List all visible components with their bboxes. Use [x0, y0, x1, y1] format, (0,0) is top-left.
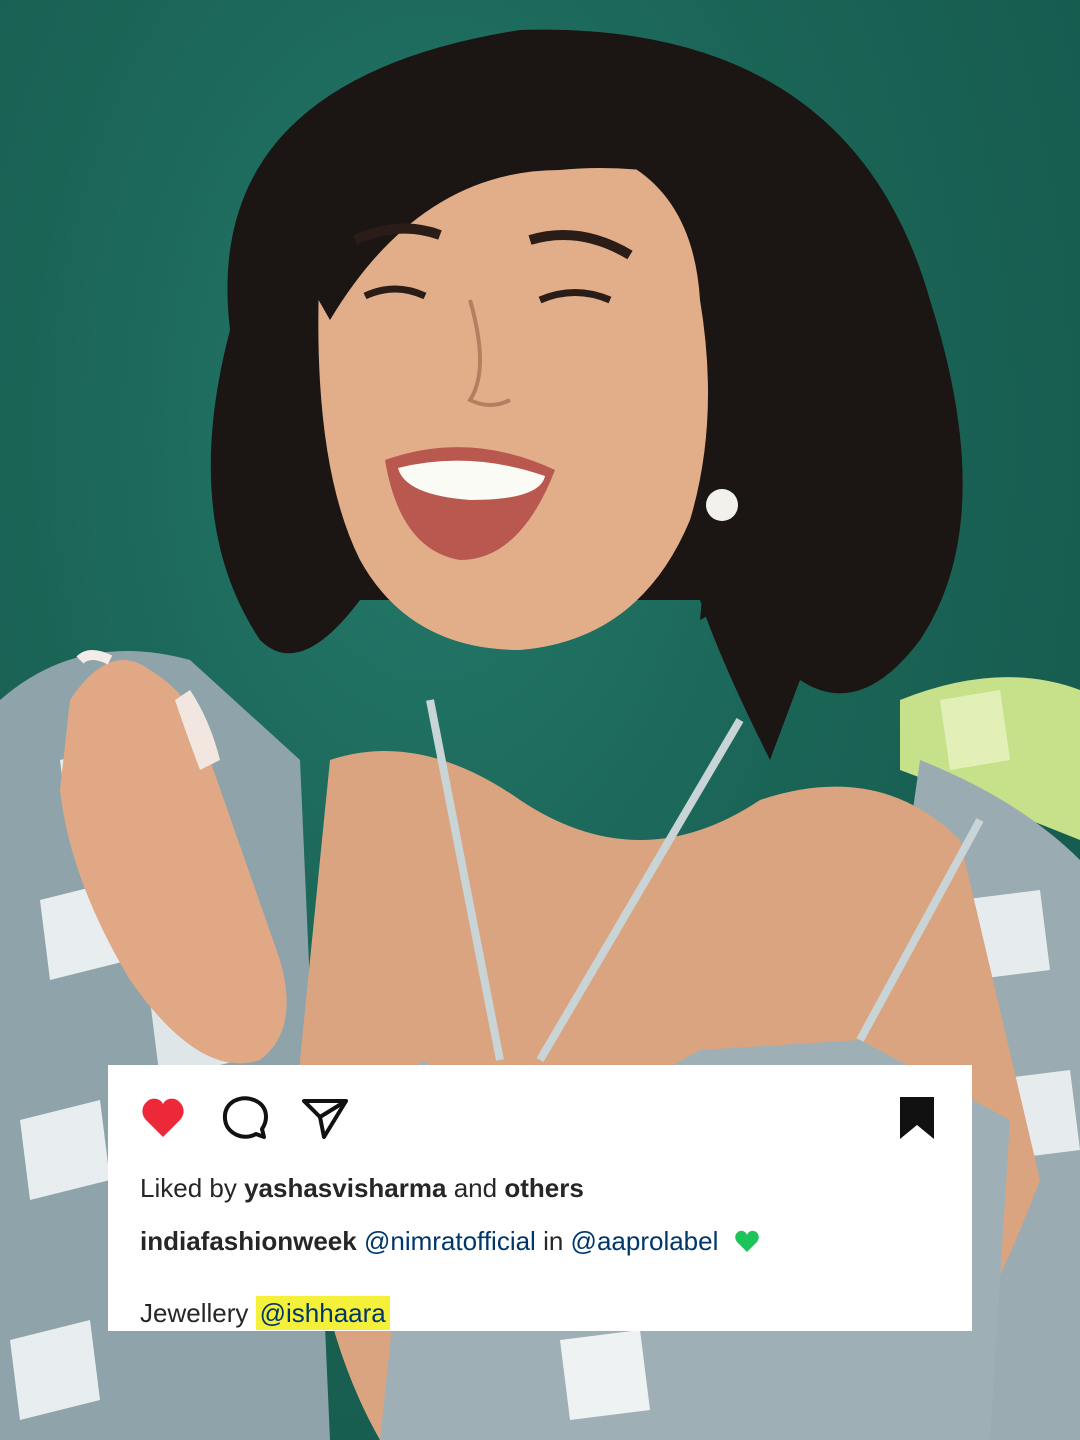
jewellery-label: Jewellery: [140, 1298, 249, 1328]
liked-prefix: Liked by: [140, 1173, 237, 1203]
post-actions: [138, 1093, 942, 1141]
heart-icon[interactable]: [138, 1093, 188, 1143]
green-heart-icon: [734, 1228, 760, 1254]
post-image: Liked by yashasvisharma and others india…: [0, 0, 1080, 1440]
author-username[interactable]: indiafashionweek: [140, 1226, 357, 1256]
comment-icon[interactable]: [220, 1093, 270, 1143]
mention-ishhaara[interactable]: @ishhaara: [255, 1296, 390, 1330]
caption-connector: in: [543, 1226, 564, 1256]
mention-aaprolabel[interactable]: @aaprolabel: [571, 1226, 719, 1256]
send-icon[interactable]: [300, 1093, 350, 1143]
liked-others-link[interactable]: others: [504, 1173, 583, 1203]
post-card: Liked by yashasvisharma and others india…: [108, 1065, 972, 1331]
jewellery-line: Jewellery @ishhaara: [140, 1296, 390, 1330]
caption-line: indiafashionweek @nimratofficial in @aap…: [140, 1226, 760, 1257]
liked-user-link[interactable]: yashasvisharma: [244, 1173, 446, 1203]
mention-nimratofficial[interactable]: @nimratofficial: [364, 1226, 536, 1256]
liked-connector: and: [453, 1173, 498, 1203]
liked-by-line: Liked by yashasvisharma and others: [140, 1173, 584, 1204]
bookmark-icon[interactable]: [892, 1093, 942, 1143]
